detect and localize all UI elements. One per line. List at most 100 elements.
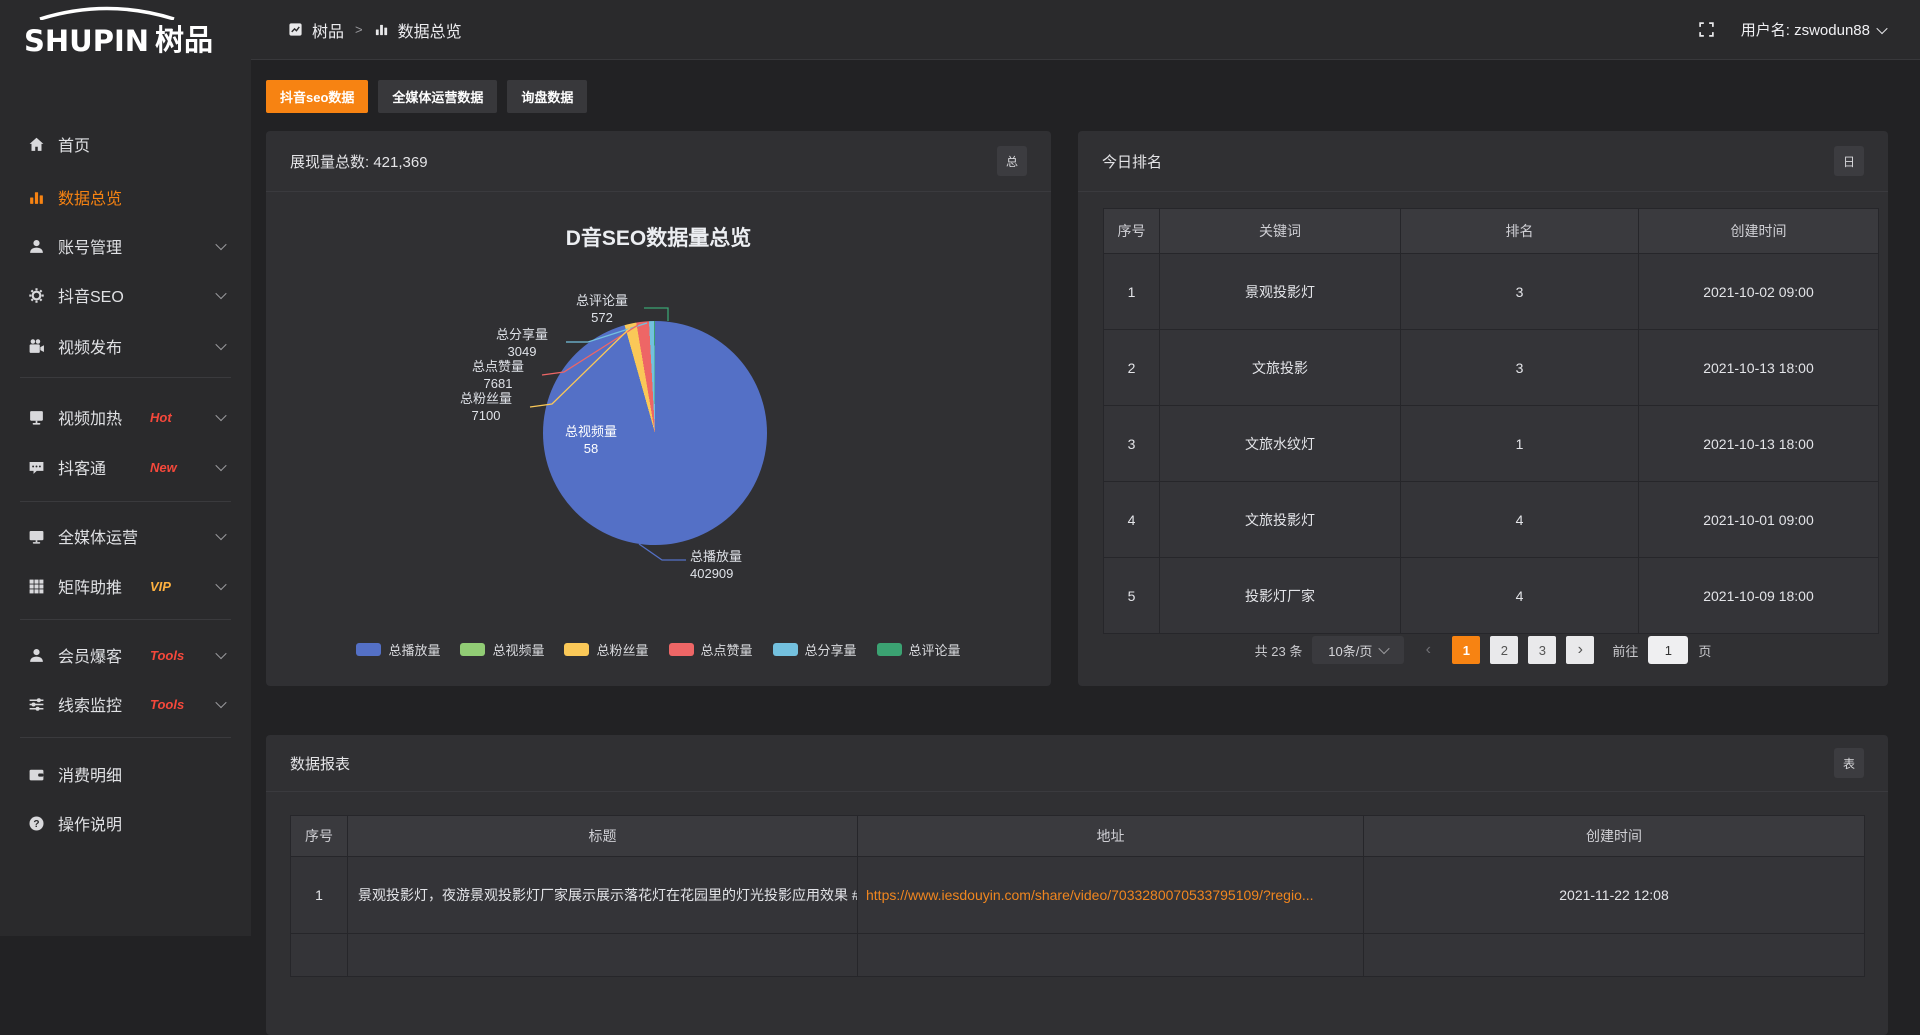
cell-rank: 1 — [1401, 406, 1639, 482]
sidebar-item-label: 抖客通 — [58, 455, 106, 479]
tools-badge: Tools — [150, 697, 184, 712]
cell-index — [291, 934, 348, 977]
page-button-3[interactable]: 3 — [1528, 636, 1556, 664]
sidebar-item-lead-monitor[interactable]: 线索监控 Tools — [0, 680, 251, 728]
cell-title — [348, 934, 858, 977]
prev-page-button[interactable]: ‹ — [1414, 636, 1442, 664]
next-page-button[interactable]: › — [1566, 636, 1594, 664]
pie-label-name: 总评论量 — [562, 292, 642, 309]
pie-label-name: 总点赞量 — [458, 358, 538, 375]
overview-panel: 展现量总数: 421,369 总 D音SEO数据量总览 总评论量 572 总分享… — [266, 131, 1051, 686]
movie-camera-icon — [28, 338, 45, 355]
cell-index: 1 — [291, 857, 348, 934]
overview-summary: 展现量总数: 421,369 — [290, 151, 428, 172]
cell-created: 2021-10-02 09:00 — [1639, 254, 1879, 330]
sidebar-item-label: 会员爆客 — [58, 643, 122, 667]
total-count: 共 23 条 — [1255, 641, 1303, 660]
breadcrumb-current[interactable]: 数据总览 — [398, 18, 462, 42]
legend-item-videos[interactable]: 总视频量 — [460, 640, 544, 659]
ranking-title: 今日排名 — [1102, 151, 1162, 172]
sidebar-item-matrix-boost[interactable]: 矩阵助推 VIP — [0, 562, 251, 610]
chat-bubble-icon — [28, 459, 45, 476]
help-icon: ? — [28, 815, 45, 832]
legend-swatch — [877, 643, 902, 656]
sidebar-divider — [20, 501, 231, 502]
cell-created: 2021-10-01 09:00 — [1639, 482, 1879, 558]
legend-label: 总评论量 — [909, 640, 961, 659]
sidebar-item-account[interactable]: 账号管理 — [0, 222, 251, 270]
cell-keyword: 文旅投影灯 — [1160, 482, 1401, 558]
table-row: 3 文旅水纹灯 1 2021-10-13 18:00 — [1104, 406, 1879, 482]
chevron-down-icon — [215, 410, 226, 421]
daily-toggle-button[interactable]: 日 — [1834, 146, 1864, 176]
sidebar-item-label: 抖音SEO — [58, 283, 124, 307]
sidebar-divider — [20, 377, 231, 378]
cell-url-link[interactable]: https://www.iesdouyin.com/share/video/70… — [858, 857, 1364, 934]
sidebar-item-video-heat[interactable]: 视频加热 Hot — [0, 393, 251, 441]
legend-item-comments[interactable]: 总评论量 — [877, 640, 961, 659]
table-row: 1 景观投影灯 3 2021-10-02 09:00 — [1104, 254, 1879, 330]
goto-page-input[interactable] — [1648, 636, 1688, 664]
table-toggle-button[interactable]: 表 — [1834, 748, 1864, 778]
svg-text:?: ? — [33, 818, 39, 829]
sidebar-item-home[interactable]: 首页 — [0, 120, 251, 168]
tab-media-operation[interactable]: 全媒体运营数据 — [378, 80, 497, 113]
pie-label-shares: 总分享量 3049 — [482, 326, 562, 360]
cell-keyword: 文旅水纹灯 — [1160, 406, 1401, 482]
sidebar-item-member-burst[interactable]: 会员爆客 Tools — [0, 631, 251, 679]
cell-created: 2021-10-13 18:00 — [1639, 406, 1879, 482]
pie-label-likes: 总点赞量 7681 — [458, 358, 538, 392]
bar-chart-icon — [28, 189, 45, 206]
legend-item-shares[interactable]: 总分享量 — [773, 640, 857, 659]
cell-index: 1 — [1104, 254, 1160, 330]
chevron-down-icon — [215, 339, 226, 350]
table-row: 2 文旅投影 3 2021-10-13 18:00 — [1104, 330, 1879, 406]
legend-item-plays[interactable]: 总播放量 — [356, 640, 440, 659]
col-header-rank: 排名 — [1401, 209, 1639, 254]
tab-inquiry[interactable]: 询盘数据 — [507, 80, 587, 113]
sidebar-item-label: 操作说明 — [58, 811, 122, 835]
legend-swatch — [460, 643, 485, 656]
page-button-1[interactable]: 1 — [1452, 636, 1480, 664]
user-area: 用户名: zswodun88 — [1698, 0, 1886, 59]
sidebar-item-label: 账号管理 — [58, 234, 122, 258]
breadcrumb-root[interactable]: 树品 — [312, 18, 344, 42]
sidebar-item-media-operation[interactable]: 全媒体运营 — [0, 512, 251, 560]
sidebar-item-doukethong[interactable]: 抖客通 New — [0, 443, 251, 491]
page-size-select[interactable]: 10条/页 — [1312, 636, 1404, 664]
chevron-down-icon — [1379, 643, 1390, 654]
user-menu[interactable]: 用户名: zswodun88 — [1741, 19, 1886, 40]
sidebar-item-data-overview[interactable]: 数据总览 — [0, 173, 251, 221]
legend-item-fans[interactable]: 总粉丝量 — [564, 640, 648, 659]
sidebar-item-help[interactable]: ? 操作说明 — [0, 799, 251, 847]
gear-icon — [28, 287, 45, 304]
pie-label-value: 58 — [551, 440, 631, 457]
username-label: 用户名: zswodun88 — [1741, 19, 1870, 40]
total-toggle-button[interactable]: 总 — [997, 146, 1027, 176]
sidebar-item-label: 视频加热 — [58, 405, 122, 429]
col-header-created: 创建时间 — [1364, 816, 1865, 857]
sidebar-item-douyin-seo[interactable]: 抖音SEO — [0, 271, 251, 319]
page-button-2[interactable]: 2 — [1490, 636, 1518, 664]
pie-label-value: 402909 — [690, 565, 780, 582]
pie-label-name: 总视频量 — [551, 423, 631, 440]
chevron-down-icon — [215, 288, 226, 299]
pie-label-fans: 总粉丝量 7100 — [446, 390, 526, 424]
legend-item-likes[interactable]: 总点赞量 — [669, 640, 753, 659]
top-bar: SHUPIN 树品 树品 > 数据总览 用户名: zswodun88 — [0, 0, 1920, 59]
fullscreen-icon[interactable] — [1698, 21, 1715, 38]
home-icon — [28, 136, 45, 153]
tab-douyin-seo[interactable]: 抖音seo数据 — [266, 80, 368, 113]
chevron-down-icon — [215, 460, 226, 471]
cell-rank: 3 — [1401, 254, 1639, 330]
breadcrumb-separator: > — [355, 22, 363, 37]
table-header-row: 序号 关键词 排名 创建时间 — [1104, 209, 1879, 254]
brand-en: SHUPIN — [24, 27, 149, 56]
col-header-created: 创建时间 — [1639, 209, 1879, 254]
member-icon — [28, 647, 45, 664]
label-line-plays — [639, 544, 686, 560]
monitor-icon — [28, 528, 45, 545]
cell-created: 2021-10-09 18:00 — [1639, 558, 1879, 634]
sidebar-item-video-publish[interactable]: 视频发布 — [0, 322, 251, 370]
sidebar-item-consumption[interactable]: 消费明细 — [0, 750, 251, 798]
